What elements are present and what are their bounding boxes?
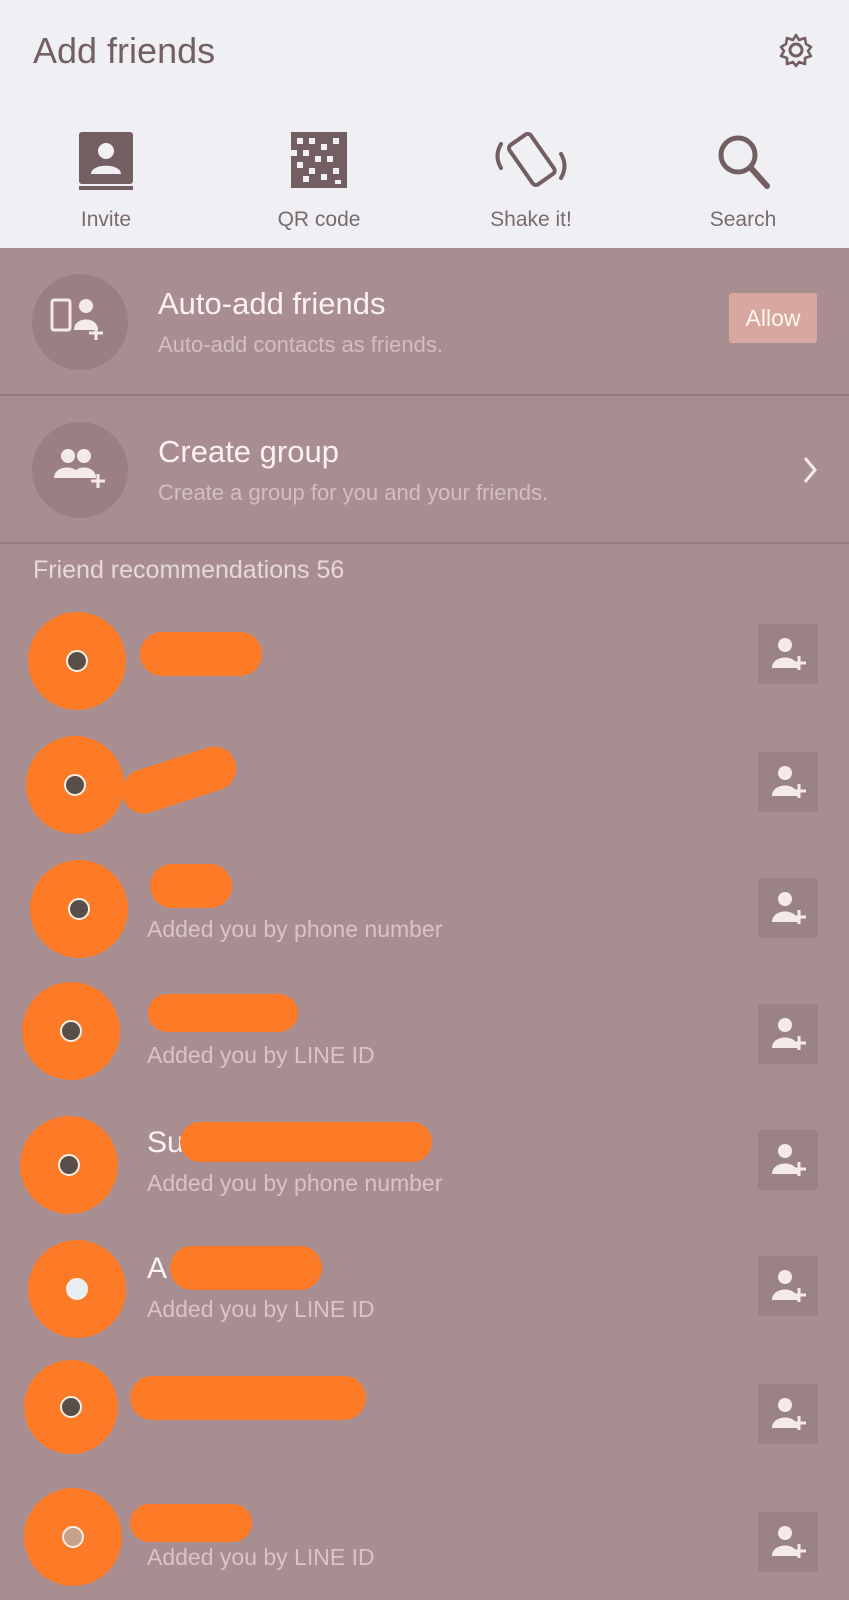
shake-it-button[interactable]: Shake it! xyxy=(461,130,601,240)
friend-recommendation-item[interactable]: Added you by LINE ID xyxy=(0,1474,849,1600)
recommendations-header: Friend recommendations 56 xyxy=(33,556,345,584)
friend-recommendation-item[interactable] xyxy=(0,1354,849,1480)
redaction-mark xyxy=(150,864,232,908)
friend-added-via: Added you by LINE ID xyxy=(147,1042,375,1068)
friend-recommendation-item[interactable] xyxy=(0,598,849,724)
redaction-mark xyxy=(140,632,262,676)
avatar xyxy=(22,982,120,1080)
qr-code-label: QR code xyxy=(277,208,361,231)
friend-name: A xyxy=(147,1252,168,1285)
add-user-icon xyxy=(772,638,806,670)
friend-added-via: Added you by phone number xyxy=(147,916,443,942)
add-friend-button[interactable] xyxy=(758,1384,818,1444)
add-user-icon xyxy=(772,1144,806,1176)
create-group-icon xyxy=(32,422,128,518)
shake-it-label: Shake it! xyxy=(490,208,572,231)
friend-added-via: Added you by LINE ID xyxy=(147,1296,375,1322)
add-user-icon xyxy=(772,766,806,798)
page-title: Add friends xyxy=(33,30,216,71)
search-icon xyxy=(718,135,770,189)
avatar xyxy=(24,1360,118,1454)
redaction-mark xyxy=(130,1376,366,1420)
auto-add-title: Auto-add friends xyxy=(158,286,386,321)
friend-added-via: Added you by phone number xyxy=(147,1170,443,1196)
redaction-mark xyxy=(148,994,298,1032)
friend-recommendation-item[interactable]: Su Added you by phone number xyxy=(0,1102,849,1228)
friend-recommendation-item[interactable]: Added you by LINE ID xyxy=(0,976,849,1102)
shake-phone-icon xyxy=(495,131,567,187)
avatar xyxy=(28,612,126,710)
chevron-right-icon xyxy=(803,457,817,483)
add-user-icon xyxy=(772,1526,806,1558)
add-friend-button[interactable] xyxy=(758,624,818,684)
add-friend-button[interactable] xyxy=(758,878,818,938)
friend-added-via: Added you by LINE ID xyxy=(147,1544,375,1570)
create-group-row[interactable]: Create group Create a group for you and … xyxy=(0,396,849,544)
redaction-mark xyxy=(116,740,242,820)
create-group-subtitle: Create a group for you and your friends. xyxy=(158,480,549,505)
add-friend-button[interactable] xyxy=(758,1512,818,1572)
add-user-icon xyxy=(772,892,806,924)
friend-recommendation-item[interactable] xyxy=(0,724,849,850)
contact-book-icon xyxy=(79,132,133,190)
create-group-title: Create group xyxy=(158,434,339,469)
avatar xyxy=(28,1240,126,1338)
divider xyxy=(0,542,849,544)
add-user-icon xyxy=(772,1398,806,1430)
redaction-mark xyxy=(130,1504,252,1542)
allow-button[interactable]: Allow xyxy=(729,293,817,343)
avatar xyxy=(26,736,124,834)
invite-button[interactable]: Invite xyxy=(36,130,176,240)
qr-code-icon xyxy=(291,132,347,188)
friend-name: Su xyxy=(147,1126,184,1159)
add-friend-button[interactable] xyxy=(758,1004,818,1064)
qr-code-button[interactable]: QR code xyxy=(249,130,389,240)
add-user-icon xyxy=(772,1270,806,1302)
auto-add-subtitle: Auto-add contacts as friends. xyxy=(158,332,443,357)
search-label: Search xyxy=(709,208,777,231)
redaction-mark xyxy=(170,1246,322,1290)
header-bar: Add friends Invite QR code Shake it! Sea… xyxy=(0,0,849,248)
add-user-icon xyxy=(772,1018,806,1050)
avatar xyxy=(30,860,128,958)
add-friend-button[interactable] xyxy=(758,1130,818,1190)
settings-gear-icon[interactable] xyxy=(778,32,814,68)
avatar xyxy=(24,1488,122,1586)
avatar xyxy=(20,1116,118,1214)
search-button[interactable]: Search xyxy=(673,130,813,240)
auto-add-icon xyxy=(32,274,128,370)
friend-recommendation-item[interactable]: Added you by phone number xyxy=(0,850,849,976)
redaction-mark xyxy=(180,1122,432,1162)
add-friend-button[interactable] xyxy=(758,1256,818,1316)
friend-recommendation-item[interactable]: A Added you by LINE ID xyxy=(0,1228,849,1354)
add-friend-button[interactable] xyxy=(758,752,818,812)
auto-add-friends-row: Auto-add friends Auto-add contacts as fr… xyxy=(0,248,849,396)
invite-label: Invite xyxy=(80,208,132,231)
